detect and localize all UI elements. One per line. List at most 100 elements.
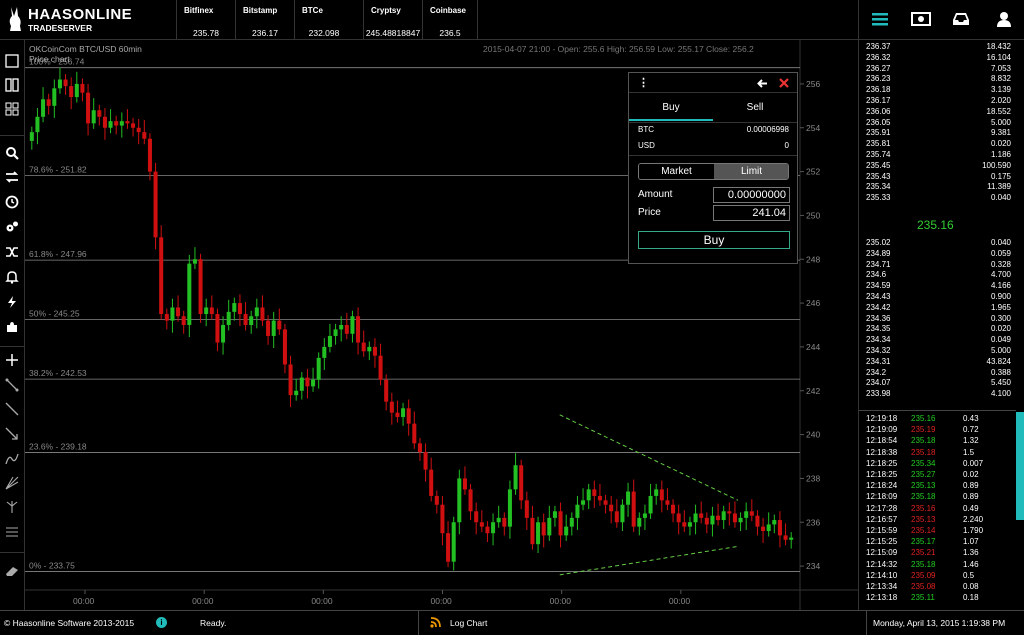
order-row[interactable]: 235.81 0.020 xyxy=(859,139,1017,149)
order-row[interactable]: 236.17 2.020 xyxy=(859,96,1017,106)
candle-body xyxy=(552,511,557,518)
log-chart-link[interactable]: Log Chart xyxy=(450,618,487,628)
candle-body xyxy=(721,511,726,521)
order-row[interactable]: 236.05 5.000 xyxy=(859,118,1017,128)
candle-body xyxy=(181,316,186,325)
ticker-bitstamp[interactable]: Bitstamp 236.17 xyxy=(235,0,294,40)
order-row[interactable]: 234.36 0.300 xyxy=(859,314,1017,324)
order-row[interactable]: 235.33 0.040 xyxy=(859,193,1017,203)
order-row[interactable]: 234.43 0.900 xyxy=(859,292,1017,302)
order-row[interactable]: 234.35 0.020 xyxy=(859,324,1017,334)
order-row[interactable]: 234.2 0.388 xyxy=(859,368,1017,378)
inbox-icon[interactable] xyxy=(951,10,971,28)
tab-sell[interactable]: Sell xyxy=(713,95,797,121)
order-amount: 0.040 xyxy=(990,193,1011,203)
bell-icon[interactable] xyxy=(4,270,20,286)
money-icon[interactable] xyxy=(911,10,931,28)
lightning-icon[interactable] xyxy=(4,295,20,311)
trade-amount: 0.18 xyxy=(963,593,979,603)
ticker-price: 232.098 xyxy=(308,28,340,38)
curve-tool-icon[interactable] xyxy=(4,452,20,468)
trade-time: 12:19:09 xyxy=(866,425,898,435)
trade-time: 12:18:25 xyxy=(866,470,898,479)
order-row[interactable]: 234.34 0.049 xyxy=(859,335,1017,345)
chart-title: OKCoinCom BTC/USD 60min xyxy=(29,44,142,54)
order-amount: 4.100 xyxy=(990,389,1011,399)
right-scroll-strip[interactable] xyxy=(1016,40,1024,610)
buy-button[interactable]: Buy xyxy=(638,231,790,249)
clock-icon[interactable] xyxy=(4,195,20,211)
price-input[interactable] xyxy=(713,205,790,221)
puzzle-icon[interactable] xyxy=(4,320,20,336)
trendline xyxy=(559,545,739,576)
amount-input[interactable] xyxy=(713,187,790,203)
order-row[interactable]: 234.59 4.166 xyxy=(859,281,1017,291)
trade-amount: 1.36 xyxy=(963,548,979,558)
order-row[interactable]: 234.6 4.700 xyxy=(859,270,1017,280)
order-row[interactable]: 236.06 18.552 xyxy=(859,107,1017,117)
ticker-bitfinex[interactable]: Bitfinex 235.78 xyxy=(176,0,235,40)
candle-body xyxy=(204,307,209,315)
order-row[interactable]: 235.43 0.175 xyxy=(859,172,1017,182)
split-layout-icon[interactable] xyxy=(4,78,20,94)
candle-body xyxy=(738,517,743,523)
user-icon[interactable] xyxy=(994,10,1014,28)
order-row[interactable]: 234.42 1.965 xyxy=(859,303,1017,313)
amount-label: Amount xyxy=(638,189,673,200)
order-row[interactable]: 235.02 0.040 xyxy=(859,238,1017,248)
order-row[interactable]: 236.37 18.432 xyxy=(859,42,1017,52)
order-row[interactable]: 236.18 3.139 xyxy=(859,85,1017,95)
order-row[interactable]: 236.32 16.104 xyxy=(859,53,1017,63)
order-row[interactable]: 235.74 1.186 xyxy=(859,150,1017,160)
order-amount: 100.590 xyxy=(982,160,1011,170)
grid-layout-icon[interactable] xyxy=(4,102,20,118)
candle-body xyxy=(114,121,119,126)
order-row[interactable]: 235.45 100.590 xyxy=(859,161,1017,171)
order-row[interactable]: 235.91 9.381 xyxy=(859,128,1017,138)
crosshair-icon[interactable] xyxy=(4,353,20,369)
order-row[interactable]: 236.27 7.053 xyxy=(859,64,1017,74)
menu-icon[interactable] xyxy=(870,10,890,28)
gears-icon[interactable] xyxy=(4,220,20,236)
order-row[interactable]: 234.31 43.824 xyxy=(859,357,1017,367)
kebab-menu-icon[interactable]: ⋮ xyxy=(638,76,649,89)
x-tick-label: 00:00 xyxy=(550,596,572,606)
order-price: 234.71 xyxy=(866,259,891,269)
trade-row: 12:18:25 235.34 0.007 xyxy=(859,459,1017,469)
pitchfork-tool-icon[interactable] xyxy=(4,500,20,516)
close-icon[interactable] xyxy=(779,78,789,88)
limit-button[interactable]: Limit xyxy=(714,164,788,179)
order-row[interactable]: 236.23 8.832 xyxy=(859,74,1017,84)
back-arrow-icon[interactable] xyxy=(757,78,768,89)
order-row[interactable]: 233.98 4.100 xyxy=(859,389,1017,399)
swap-icon[interactable] xyxy=(4,170,20,186)
trade-price: 235.09 xyxy=(911,570,936,580)
candle-body xyxy=(74,83,79,98)
shuffle-icon[interactable] xyxy=(4,245,20,261)
order-row[interactable]: 234.71 0.328 xyxy=(859,260,1017,270)
candle-body xyxy=(170,307,175,321)
y-tick-label: 244 xyxy=(806,342,820,352)
order-row[interactable]: 234.07 5.450 xyxy=(859,378,1017,388)
order-row[interactable]: 234.32 5.000 xyxy=(859,346,1017,356)
order-row[interactable]: 235.34 11.389 xyxy=(859,182,1017,192)
eraser-icon[interactable] xyxy=(4,564,20,580)
ticker-btce[interactable]: BTCe 232.098 xyxy=(294,0,353,40)
fan-tool-icon[interactable] xyxy=(4,476,20,492)
line-tool-icon[interactable] xyxy=(4,402,20,418)
trendline-tool-icon[interactable] xyxy=(4,378,20,394)
single-layout-icon[interactable] xyxy=(4,54,20,70)
order-price: 234.42 xyxy=(866,302,891,312)
ticker-coinbase[interactable]: Coinbase 236.5 xyxy=(422,0,478,40)
ticker-cryptsy[interactable]: Cryptsy 245.48818847 xyxy=(363,0,422,40)
search-icon[interactable] xyxy=(4,146,20,162)
order-row[interactable]: 234.89 0.059 xyxy=(859,249,1017,259)
arrow-tool-icon[interactable] xyxy=(4,427,20,443)
status-bar: © Haasonline Software 2013-2015 i Ready.… xyxy=(0,610,1024,635)
scrollbar-thumb[interactable] xyxy=(1016,412,1024,520)
fib-tool-icon[interactable] xyxy=(4,525,20,541)
tab-buy[interactable]: Buy xyxy=(629,95,713,121)
ticker-price: 235.78 xyxy=(193,28,219,38)
candle-body xyxy=(41,99,46,117)
market-button[interactable]: Market xyxy=(639,164,714,179)
